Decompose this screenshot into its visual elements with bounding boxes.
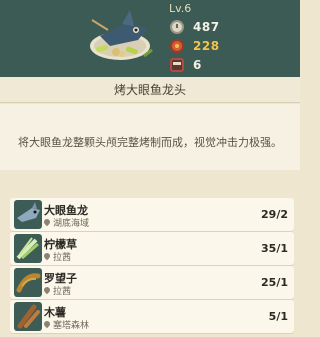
stat-pot: 6 <box>164 56 284 73</box>
ingredient-location: 湖底海域 <box>44 216 89 229</box>
ingredient-count: 5/1 <box>268 310 288 323</box>
description-panel: 将大眼鱼龙整颗头颅完整烤制而成，视觉冲击力极强。 <box>0 104 300 170</box>
grilled-fish-head-icon <box>90 10 153 60</box>
ingredient-location: 拉茜 <box>44 250 71 263</box>
location-pin-icon <box>44 253 50 261</box>
stat-price: 487 <box>164 18 284 35</box>
dish-title: 烤大眼鱼龙头 <box>0 77 300 103</box>
dish-description: 将大眼鱼龙整颗头颅完整烤制而成，视觉冲击力极强。 <box>18 136 282 149</box>
ingredient-count: 35/1 <box>261 242 288 255</box>
location-pin-icon <box>44 287 50 295</box>
pot-icon <box>170 57 184 72</box>
lemongrass-icon <box>14 234 42 263</box>
dish-header: Lv.6 487 228 6 <box>0 0 300 77</box>
ingredient-location: 塞塔森林 <box>44 318 89 331</box>
location-pin-icon <box>44 321 50 329</box>
location-pin-icon <box>44 219 50 227</box>
cassava-icon <box>14 302 42 331</box>
stat-value: 228 <box>193 38 220 53</box>
clock-icon <box>170 19 184 34</box>
ingredient-location: 拉茜 <box>44 284 71 297</box>
ingredient-row[interactable]: 大眼鱼龙 湖底海域 29/2 <box>10 198 294 231</box>
ingredient-row[interactable]: 木薯 塞塔森林 5/1 <box>10 300 294 333</box>
stat-value: 487 <box>193 19 220 34</box>
stat-coin: 228 <box>164 37 284 54</box>
fish-icon <box>14 200 42 229</box>
ingredient-count: 25/1 <box>261 276 288 289</box>
ingredient-row[interactable]: 柠檬草 拉茜 35/1 <box>10 232 294 265</box>
stat-value: 6 <box>193 57 202 72</box>
tamarind-icon <box>14 268 42 297</box>
coin-icon <box>170 38 184 53</box>
ingredient-list: 大眼鱼龙 湖底海域 29/2 柠檬草 拉茜 35/1 罗望子 拉茜 25/1 木… <box>0 170 300 337</box>
ingredient-row[interactable]: 罗望子 拉茜 25/1 <box>10 266 294 299</box>
dish-stats: Lv.6 487 228 6 <box>164 2 284 73</box>
dish-level: Lv.6 <box>169 2 192 15</box>
ingredient-count: 29/2 <box>261 208 288 221</box>
